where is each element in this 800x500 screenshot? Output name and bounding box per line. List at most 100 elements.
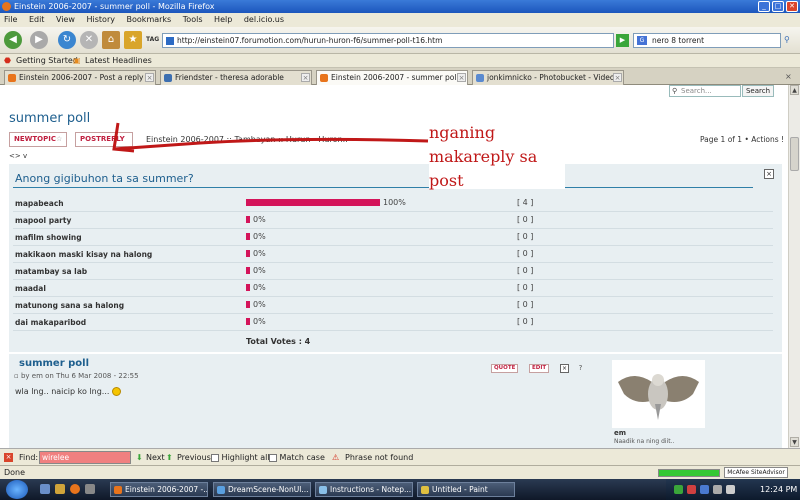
vertical-scrollbar[interactable]: ▲ ▼ — [788, 85, 800, 448]
search-go-icon[interactable]: ⚲ — [784, 35, 790, 44]
poll-result-bar — [246, 267, 250, 274]
stop-icon[interactable]: ✕ — [80, 31, 98, 49]
bookmark-icon[interactable]: ★ — [124, 31, 142, 49]
close-find-icon[interactable]: × — [4, 453, 13, 462]
window-title: Einstein 2006-2007 - summer poll - Mozil… — [14, 2, 215, 11]
firefox-icon — [114, 486, 122, 494]
scroll-up-icon[interactable]: ▲ — [790, 85, 799, 95]
explorer-icon[interactable] — [55, 484, 65, 494]
tray-icon[interactable] — [687, 485, 696, 494]
poll-result-bar — [246, 199, 380, 206]
home-icon[interactable]: ⌂ — [102, 31, 120, 49]
minimize-button[interactable]: _ — [758, 1, 770, 12]
poll-option-label: dai makaparibod — [15, 318, 87, 327]
poll-percent: 0% — [253, 317, 266, 326]
menu-tools[interactable]: Tools — [183, 15, 203, 24]
status-bar: Done McAfee SiteAdvisor — [0, 465, 800, 479]
taskbar-paint[interactable]: Untitled - Paint — [417, 482, 515, 497]
page-progress-fill — [659, 470, 719, 476]
taskbar-firefox[interactable]: Einstein 2006-2007 -... — [110, 482, 208, 497]
network-icon[interactable] — [713, 485, 722, 494]
poll-vote-count: [ 0 ] — [517, 232, 534, 241]
forward-icon[interactable]: ▶ — [30, 31, 48, 49]
forum-search-input[interactable]: ⚲ Search... — [669, 85, 741, 97]
forum-search-button[interactable]: Search — [742, 85, 774, 97]
tab-favicon — [8, 74, 16, 82]
highlight-checkbox[interactable] — [211, 453, 219, 462]
newtopic-button[interactable]: NEWTOPIC☆ — [9, 132, 67, 147]
find-previous-button[interactable]: Previous — [177, 449, 211, 466]
start-button[interactable] — [6, 480, 28, 499]
menu-edit[interactable]: Edit — [29, 15, 45, 24]
poll-vote-count: [ 0 ] — [517, 300, 534, 309]
poll-option-row: maadal 0% [ 0 ] — [13, 280, 773, 297]
page-title: summer poll — [9, 111, 91, 126]
tag-button[interactable]: TAG — [146, 36, 159, 43]
tab-close-icon[interactable]: × — [145, 73, 154, 82]
taskbar-dreamscene[interactable]: DreamScene-NonUl... — [213, 482, 311, 497]
bookmark-getting-started[interactable]: Getting Started — [16, 54, 78, 68]
menu-file[interactable]: File — [4, 15, 17, 24]
edit-button[interactable]: EDIT — [529, 364, 550, 373]
scroll-thumb[interactable] — [790, 137, 799, 171]
tab-photobucket[interactable]: jonkimnicko - Photobucket - Video... × — [472, 70, 624, 85]
reload-icon[interactable]: ↻ — [58, 31, 76, 49]
poll-result-bar — [246, 216, 250, 223]
magnifier-icon: ⚲ — [672, 87, 678, 95]
bookmark-latest-headlines[interactable]: Latest Headlines — [85, 54, 152, 68]
go-icon[interactable]: ▶ — [616, 34, 629, 47]
tray-icon[interactable] — [674, 485, 683, 494]
menu-help[interactable]: Help — [214, 15, 232, 24]
maximize-button[interactable]: □ — [772, 1, 784, 12]
tab-post-reply[interactable]: Einstein 2006-2007 - Post a reply × — [4, 70, 156, 85]
find-next-button[interactable]: Next — [146, 449, 165, 466]
ip-info-icon[interactable]: ? — [576, 364, 585, 373]
newtopic-star-icon: ☆ — [55, 135, 63, 143]
notepad-icon — [319, 486, 327, 494]
scroll-down-icon[interactable]: ▼ — [790, 437, 799, 447]
pagination[interactable]: Page 1 of 1 • Actions ! — [700, 135, 784, 144]
dreamscene-icon — [217, 486, 225, 494]
tab-close-icon[interactable]: × — [301, 73, 310, 82]
post-author[interactable]: em — [614, 429, 626, 437]
find-input[interactable]: wirelee — [39, 451, 131, 464]
back-icon[interactable]: ◀ — [4, 31, 22, 49]
taskbar-notepad[interactable]: Instructions - Notep... — [315, 482, 413, 497]
poll-vote-count: [ 4 ] — [517, 198, 534, 207]
post-title[interactable]: summer poll — [19, 358, 89, 369]
menu-view[interactable]: View — [56, 15, 75, 24]
quicklaunch-icon[interactable] — [85, 484, 95, 494]
tab-summer-poll[interactable]: Einstein 2006-2007 - summer poll × — [316, 70, 468, 86]
poll-percent: 0% — [253, 215, 266, 224]
firefox-quicklaunch-icon[interactable] — [70, 484, 80, 494]
menu-delicious[interactable]: del.icio.us — [244, 15, 284, 24]
tray-icon[interactable] — [700, 485, 709, 494]
url-input[interactable]: http://einstein07.forumotion.com/hurun-h… — [162, 33, 614, 48]
author-rank: Naadik na ning diit.. — [614, 438, 675, 445]
tab-list-icon[interactable]: × — [785, 72, 792, 81]
clock[interactable]: 12:24 PM — [760, 479, 797, 500]
quote-button[interactable]: QUOTE — [491, 364, 519, 373]
mcafee-siteadvisor[interactable]: McAfee SiteAdvisor — [724, 467, 788, 478]
menu-history[interactable]: History — [87, 15, 115, 24]
avatar — [612, 360, 705, 428]
show-desktop-icon[interactable] — [40, 484, 50, 494]
tab-close-icon[interactable]: × — [613, 73, 622, 82]
menu-bookmarks[interactable]: Bookmarks — [127, 15, 172, 24]
status-text: Done — [4, 468, 26, 477]
close-window-button[interactable]: ✕ — [786, 1, 798, 12]
delete-post-icon[interactable]: × — [560, 364, 569, 373]
search-engine-input[interactable]: G nero 8 torrent — [633, 33, 781, 48]
tab-close-icon[interactable]: × — [457, 73, 466, 82]
tab-friendster[interactable]: Friendster - theresa adorable × — [160, 70, 312, 85]
match-case-toggle[interactable]: Match case — [269, 449, 325, 466]
poll-option-label: mapool party — [15, 216, 72, 225]
volume-icon[interactable] — [726, 485, 735, 494]
match-case-checkbox[interactable] — [269, 453, 277, 462]
poll-close-icon[interactable]: × — [764, 169, 774, 179]
highlight-all-toggle[interactable]: Highlight all — [211, 449, 270, 466]
poll-percent: 0% — [253, 300, 266, 309]
page-progress-bar — [658, 469, 720, 477]
sort-toggle[interactable]: <> v — [9, 152, 27, 160]
google-icon: G — [637, 36, 647, 45]
